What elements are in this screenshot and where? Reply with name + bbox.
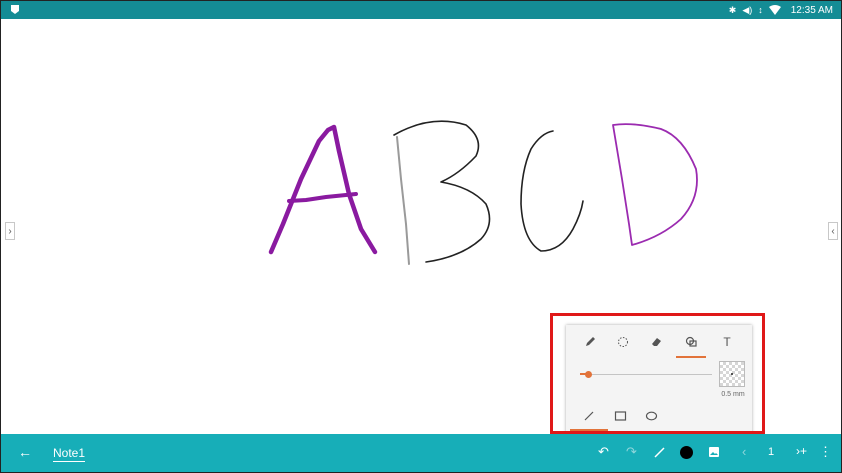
right-panel-handle[interactable]: ‹: [828, 222, 838, 240]
left-panel-handle[interactable]: ›: [5, 222, 15, 240]
wifi-icon: [768, 5, 781, 15]
more-options-icon[interactable]: ⋮: [819, 444, 832, 460]
stroke-letter-d: [612, 123, 698, 246]
redo-icon[interactable]: ↷: [626, 444, 637, 460]
chevron-left-icon: ‹: [831, 225, 835, 237]
bottom-toolbar: ← Note1 ↶ ↷ ‹ 1 ›+ ⋮: [1, 434, 841, 472]
back-arrow-icon[interactable]: ←: [18, 444, 32, 460]
image-insert-icon[interactable]: [708, 446, 720, 458]
page-number: 1: [768, 446, 775, 458]
notification-icon: [11, 5, 19, 14]
pen-mode-icon[interactable]: [653, 446, 666, 459]
next-page-icon[interactable]: ›+: [796, 444, 807, 458]
undo-icon[interactable]: ↶: [598, 444, 609, 460]
toolbox-highlight-box: [550, 313, 765, 434]
status-time: 12:35 AM: [790, 4, 833, 16]
status-bar: ✱ ◀) ↕ 12:35 AM: [1, 1, 841, 19]
bluetooth-icon: ✱: [728, 5, 737, 15]
status-icons: ✱ ◀) ↕ 12:35 AM: [729, 4, 833, 16]
pen-color-swatch[interactable]: [680, 446, 693, 459]
stroke-letter-b: [393, 120, 491, 265]
stroke-letter-c: [520, 130, 584, 252]
note-title[interactable]: Note1: [53, 446, 86, 462]
volume-icon: ◀): [742, 5, 753, 15]
previous-page-icon[interactable]: ‹: [742, 444, 746, 459]
data-arrows-icon: ↕: [758, 5, 763, 15]
stroke-letter-a: [268, 124, 378, 255]
chevron-right-icon: ›: [8, 225, 12, 237]
